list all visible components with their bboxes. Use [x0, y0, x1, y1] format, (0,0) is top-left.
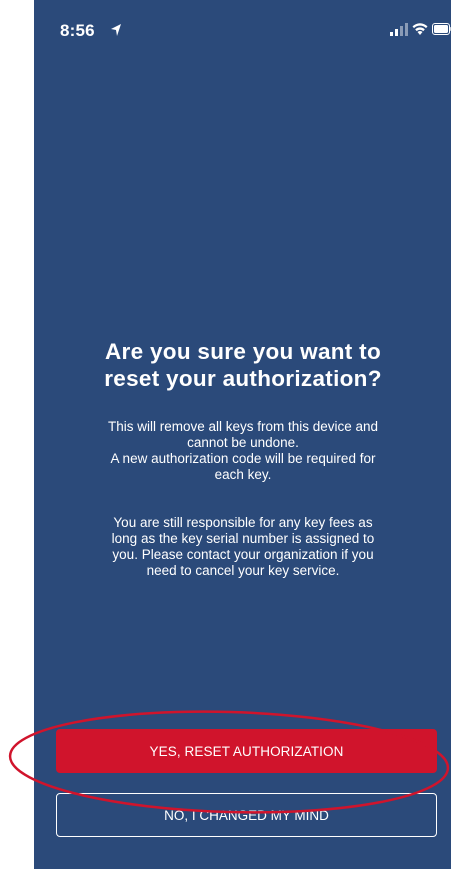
title-line: reset your authorization?	[104, 366, 382, 391]
cancel-button[interactable]: NO, I CHANGED MY MIND	[56, 793, 437, 837]
warning-paragraph: This will remove all keys from this devi…	[84, 419, 402, 483]
location-arrow-icon	[111, 24, 121, 36]
paragraph-line: This will remove all keys from this devi…	[107, 419, 379, 434]
dialog-title: Are you sure you want to reset your auth…	[54, 338, 432, 392]
status-time: 8:56	[60, 21, 95, 40]
paragraph-line: A new authorization code will be require…	[110, 451, 376, 466]
status-icons	[372, 22, 451, 38]
title-line: Are you sure you want to	[105, 339, 381, 364]
paragraph-line: each key.	[214, 467, 272, 482]
responsibility-paragraph: You are still responsible for any key fe…	[84, 515, 402, 579]
paragraph-line: You are still responsible for any key fe…	[113, 515, 373, 530]
page: 8:56 Are you sure you want to reset your…	[0, 0, 451, 869]
paragraph-line: you. Please contact your organization if…	[112, 547, 374, 562]
paragraph-line: long as the key serial number is assigne…	[111, 531, 375, 546]
confirm-reset-button[interactable]: YES, RESET AUTHORIZATION	[56, 729, 437, 773]
paragraph-line: cannot be undone.	[187, 435, 299, 450]
wifi-icon	[412, 23, 428, 35]
phone-screen: 8:56 Are you sure you want to reset your…	[34, 0, 451, 869]
signal-icon	[390, 23, 408, 36]
status-bar: 8:56	[34, 0, 451, 60]
paragraph-line: need to cancel your key service.	[146, 563, 340, 578]
battery-icon	[432, 23, 451, 35]
